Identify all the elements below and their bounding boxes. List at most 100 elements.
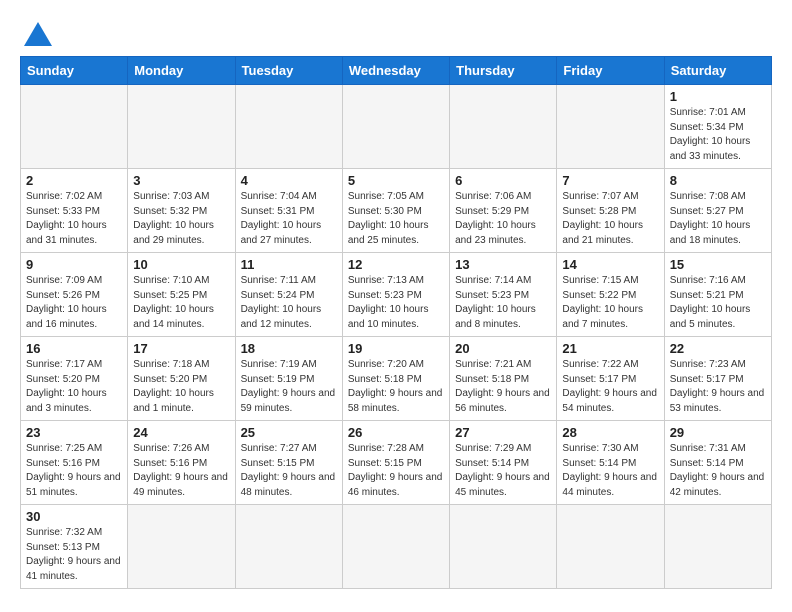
day-info: Sunrise: 7:26 AM Sunset: 5:16 PM Dayligh… (133, 442, 229, 500)
day-info: Sunrise: 7:01 AM Sunset: 5:34 PM Dayligh… (670, 106, 766, 164)
calendar-cell: 24 Sunrise: 7:26 AM Sunset: 5:16 PM Dayli… (128, 421, 235, 505)
calendar-cell: 9 Sunrise: 7:09 AM Sunset: 5:26 PM Daylig… (21, 253, 128, 337)
day-number: 22 (670, 341, 766, 356)
day-number: 3 (133, 173, 229, 188)
day-number: 26 (348, 425, 444, 440)
day-info: Sunrise: 7:11 AM Sunset: 5:24 PM Dayligh… (241, 274, 337, 332)
weekday-header-row: SundayMondayTuesdayWednesdayThursdayFrid… (21, 57, 772, 85)
calendar-cell (664, 505, 771, 589)
logo-triangle-icon (24, 22, 52, 46)
calendar-table: SundayMondayTuesdayWednesdayThursdayFrid… (20, 56, 772, 589)
day-info: Sunrise: 7:13 AM Sunset: 5:23 PM Dayligh… (348, 274, 444, 332)
day-number: 12 (348, 257, 444, 272)
day-number: 16 (26, 341, 122, 356)
calendar-cell (450, 85, 557, 169)
calendar-cell: 1 Sunrise: 7:01 AM Sunset: 5:34 PM Daylig… (664, 85, 771, 169)
day-number: 2 (26, 173, 122, 188)
day-number: 24 (133, 425, 229, 440)
weekday-header-sunday: Sunday (21, 57, 128, 85)
day-number: 7 (562, 173, 658, 188)
weekday-header-monday: Monday (128, 57, 235, 85)
day-number: 25 (241, 425, 337, 440)
day-number: 19 (348, 341, 444, 356)
day-info: Sunrise: 7:14 AM Sunset: 5:23 PM Dayligh… (455, 274, 551, 332)
day-number: 29 (670, 425, 766, 440)
day-number: 23 (26, 425, 122, 440)
day-info: Sunrise: 7:23 AM Sunset: 5:17 PM Dayligh… (670, 358, 766, 416)
weekday-header-saturday: Saturday (664, 57, 771, 85)
day-info: Sunrise: 7:08 AM Sunset: 5:27 PM Dayligh… (670, 190, 766, 248)
calendar-cell: 13 Sunrise: 7:14 AM Sunset: 5:23 PM Dayli… (450, 253, 557, 337)
calendar-cell: 11 Sunrise: 7:11 AM Sunset: 5:24 PM Dayli… (235, 253, 342, 337)
day-info: Sunrise: 7:10 AM Sunset: 5:25 PM Dayligh… (133, 274, 229, 332)
day-info: Sunrise: 7:09 AM Sunset: 5:26 PM Dayligh… (26, 274, 122, 332)
day-number: 5 (348, 173, 444, 188)
calendar-cell: 3Sunrise: 7:03 AM Sunset: 5:32 PM Daylig… (128, 169, 235, 253)
calendar-cell: 17 Sunrise: 7:18 AM Sunset: 5:20 PM Dayli… (128, 337, 235, 421)
calendar-cell (235, 85, 342, 169)
day-number: 14 (562, 257, 658, 272)
logo (20, 20, 52, 46)
calendar-cell: 8Sunrise: 7:08 AM Sunset: 5:27 PM Daylig… (664, 169, 771, 253)
calendar-cell: 7 Sunrise: 7:07 AM Sunset: 5:28 PM Daylig… (557, 169, 664, 253)
day-number: 28 (562, 425, 658, 440)
calendar-cell: 18Sunrise: 7:19 AM Sunset: 5:19 PM Dayli… (235, 337, 342, 421)
day-info: Sunrise: 7:22 AM Sunset: 5:17 PM Dayligh… (562, 358, 658, 416)
calendar-week-row: 16 Sunrise: 7:17 AM Sunset: 5:20 PM Dayli… (21, 337, 772, 421)
calendar-cell: 21 Sunrise: 7:22 AM Sunset: 5:17 PM Dayli… (557, 337, 664, 421)
day-number: 1 (670, 89, 766, 104)
day-info: Sunrise: 7:04 AM Sunset: 5:31 PM Dayligh… (241, 190, 337, 248)
day-info: Sunrise: 7:27 AM Sunset: 5:15 PM Dayligh… (241, 442, 337, 500)
calendar-week-row: 23 Sunrise: 7:25 AM Sunset: 5:16 PM Dayli… (21, 421, 772, 505)
calendar-cell: 5Sunrise: 7:05 AM Sunset: 5:30 PM Daylig… (342, 169, 449, 253)
calendar-cell: 30Sunrise: 7:32 AM Sunset: 5:13 PM Dayli… (21, 505, 128, 589)
calendar-week-row: 2Sunrise: 7:02 AM Sunset: 5:33 PM Daylig… (21, 169, 772, 253)
day-number: 20 (455, 341, 551, 356)
day-number: 4 (241, 173, 337, 188)
calendar-cell (557, 505, 664, 589)
day-number: 9 (26, 257, 122, 272)
day-number: 18 (241, 341, 337, 356)
day-info: Sunrise: 7:30 AM Sunset: 5:14 PM Dayligh… (562, 442, 658, 500)
calendar-cell: 28 Sunrise: 7:30 AM Sunset: 5:14 PM Dayli… (557, 421, 664, 505)
day-info: Sunrise: 7:21 AM Sunset: 5:18 PM Dayligh… (455, 358, 551, 416)
calendar-week-row: 9 Sunrise: 7:09 AM Sunset: 5:26 PM Daylig… (21, 253, 772, 337)
day-number: 21 (562, 341, 658, 356)
day-info: Sunrise: 7:29 AM Sunset: 5:14 PM Dayligh… (455, 442, 551, 500)
day-info: Sunrise: 7:17 AM Sunset: 5:20 PM Dayligh… (26, 358, 122, 416)
calendar-cell: 14 Sunrise: 7:15 AM Sunset: 5:22 PM Dayli… (557, 253, 664, 337)
day-info: Sunrise: 7:18 AM Sunset: 5:20 PM Dayligh… (133, 358, 229, 416)
day-info: Sunrise: 7:15 AM Sunset: 5:22 PM Dayligh… (562, 274, 658, 332)
calendar-cell: 26 Sunrise: 7:28 AM Sunset: 5:15 PM Dayli… (342, 421, 449, 505)
day-number: 15 (670, 257, 766, 272)
day-info: Sunrise: 7:07 AM Sunset: 5:28 PM Dayligh… (562, 190, 658, 248)
day-info: Sunrise: 7:31 AM Sunset: 5:14 PM Dayligh… (670, 442, 766, 500)
calendar-cell (557, 85, 664, 169)
day-number: 13 (455, 257, 551, 272)
calendar-cell: 20 Sunrise: 7:21 AM Sunset: 5:18 PM Dayli… (450, 337, 557, 421)
calendar-week-row: 30Sunrise: 7:32 AM Sunset: 5:13 PM Dayli… (21, 505, 772, 589)
day-info: Sunrise: 7:25 AM Sunset: 5:16 PM Dayligh… (26, 442, 122, 500)
page-header (20, 20, 772, 46)
calendar-cell: 22 Sunrise: 7:23 AM Sunset: 5:17 PM Dayli… (664, 337, 771, 421)
calendar-cell (21, 85, 128, 169)
calendar-cell (128, 85, 235, 169)
calendar-cell: 19Sunrise: 7:20 AM Sunset: 5:18 PM Dayli… (342, 337, 449, 421)
calendar-cell: 15Sunrise: 7:16 AM Sunset: 5:21 PM Dayli… (664, 253, 771, 337)
calendar-cell: 29 Sunrise: 7:31 AM Sunset: 5:14 PM Dayli… (664, 421, 771, 505)
calendar-cell (342, 505, 449, 589)
calendar-cell: 27Sunrise: 7:29 AM Sunset: 5:14 PM Dayli… (450, 421, 557, 505)
day-number: 6 (455, 173, 551, 188)
day-number: 10 (133, 257, 229, 272)
weekday-header-tuesday: Tuesday (235, 57, 342, 85)
day-info: Sunrise: 7:28 AM Sunset: 5:15 PM Dayligh… (348, 442, 444, 500)
calendar-cell: 2Sunrise: 7:02 AM Sunset: 5:33 PM Daylig… (21, 169, 128, 253)
calendar-cell (128, 505, 235, 589)
day-number: 11 (241, 257, 337, 272)
calendar-cell (450, 505, 557, 589)
day-info: Sunrise: 7:06 AM Sunset: 5:29 PM Dayligh… (455, 190, 551, 248)
calendar-week-row: 1 Sunrise: 7:01 AM Sunset: 5:34 PM Daylig… (21, 85, 772, 169)
weekday-header-friday: Friday (557, 57, 664, 85)
weekday-header-thursday: Thursday (450, 57, 557, 85)
day-number: 17 (133, 341, 229, 356)
